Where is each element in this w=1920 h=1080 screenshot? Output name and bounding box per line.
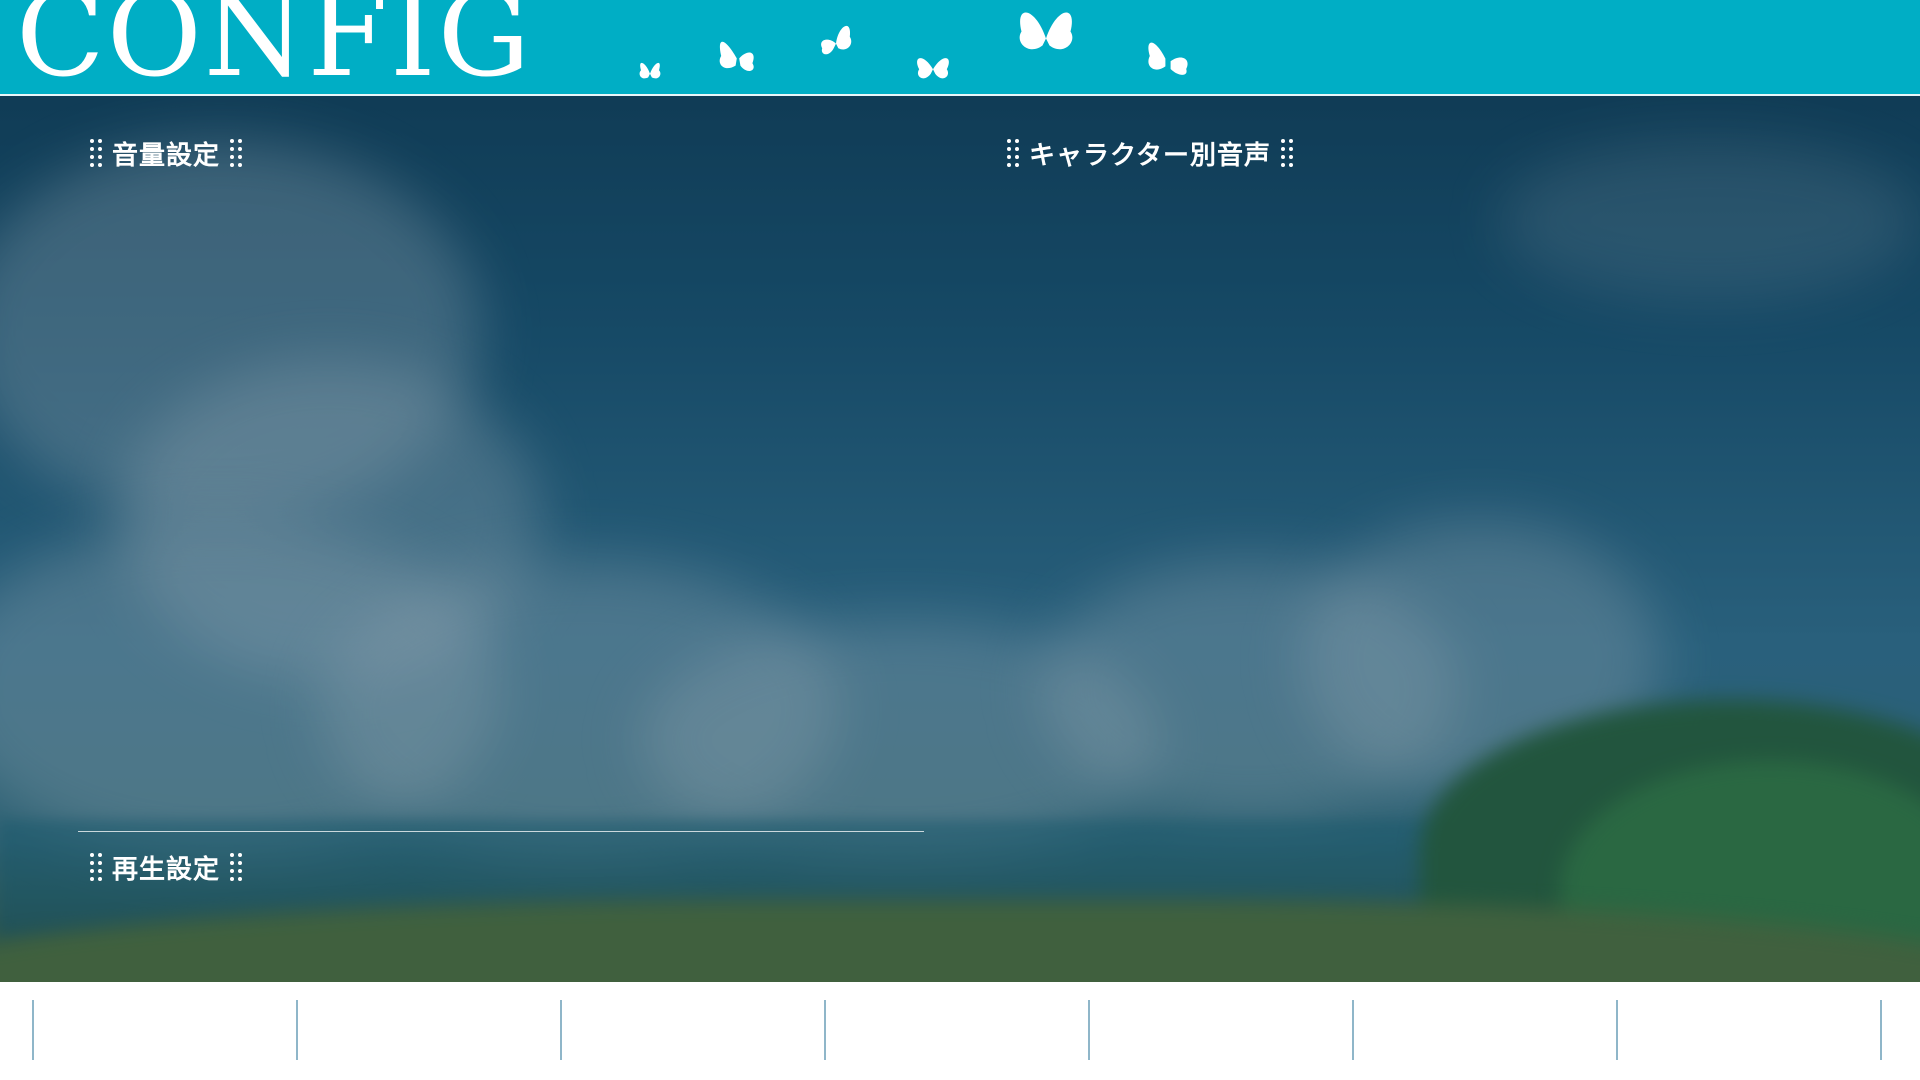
footer-tab-divider[interactable] <box>1088 1000 1090 1060</box>
dots-icon <box>1007 139 1019 167</box>
butterfly-icon <box>917 58 949 79</box>
footer-tab-bar <box>0 982 1920 1080</box>
butterfly-icon <box>1019 12 1073 50</box>
footer-tab-divider[interactable] <box>1880 1000 1882 1060</box>
page-title: CONFIG <box>16 0 533 96</box>
dots-icon <box>230 853 243 881</box>
footer-tab-divider[interactable] <box>1616 1000 1618 1060</box>
dots-icon <box>1280 139 1293 167</box>
butterfly-icon <box>639 62 661 79</box>
dots-icon <box>230 139 243 167</box>
config-header: CONFIG <box>0 0 1920 96</box>
footer-tab-divider[interactable] <box>296 1000 298 1060</box>
background-scenery <box>0 0 1920 1080</box>
footer-tab-divider[interactable] <box>1352 1000 1354 1060</box>
dots-icon <box>90 853 102 881</box>
butterfly-icon <box>821 25 852 55</box>
playback-settings-label: 再生設定 <box>112 854 221 885</box>
character-voice-header: キャラクター別音声 <box>997 135 1303 171</box>
footer-tab-divider[interactable] <box>560 1000 562 1060</box>
section-divider <box>78 831 924 832</box>
footer-tab-divider[interactable] <box>824 1000 826 1060</box>
butterfly-icon <box>1148 42 1188 75</box>
character-voice-label: キャラクター別音声 <box>1029 140 1271 171</box>
volume-settings-header: 音量設定 <box>80 135 252 171</box>
butterfly-icon <box>719 41 754 71</box>
dots-icon <box>90 139 102 167</box>
volume-settings-label: 音量設定 <box>112 140 221 171</box>
playback-settings-header: 再生設定 <box>80 849 252 885</box>
footer-tab-divider[interactable] <box>32 1000 34 1060</box>
